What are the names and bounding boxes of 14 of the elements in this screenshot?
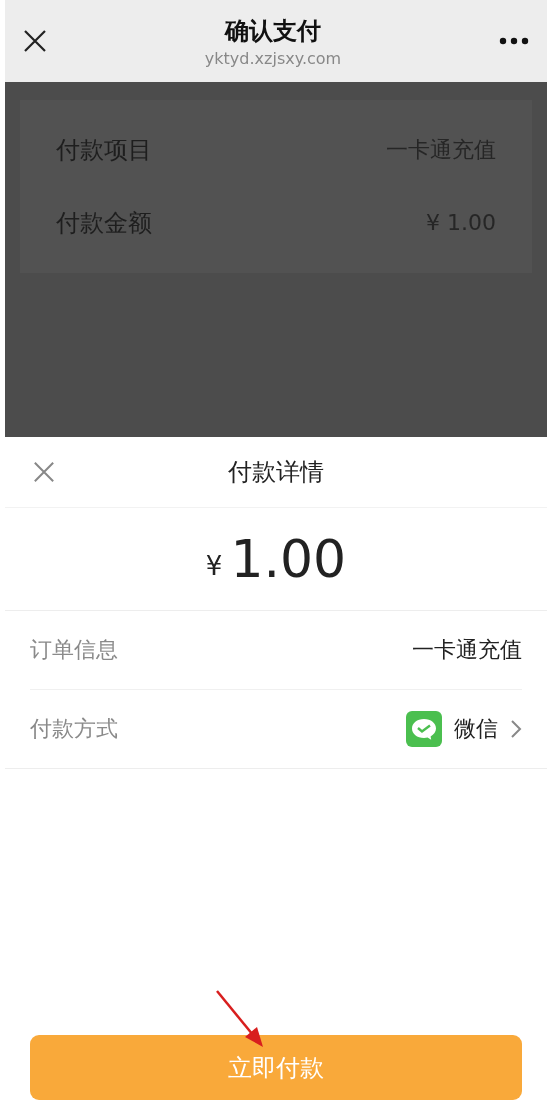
row-label: 付款方式 <box>30 715 118 743</box>
chevron-right-icon[interactable] <box>510 719 522 739</box>
payment-amount: 1.00 <box>230 529 347 589</box>
page-title: 确认支付 <box>225 15 321 47</box>
row-value: 微信 <box>454 715 498 743</box>
row-label: 订单信息 <box>30 636 118 664</box>
pay-now-button[interactable]: 立即付款 <box>30 1035 522 1100</box>
row-value: 一卡通充值 <box>412 636 522 664</box>
close-icon[interactable] <box>23 29 47 53</box>
page-url: yktyd.xzjsxy.com <box>204 48 342 68</box>
currency-symbol: ¥ <box>205 551 223 581</box>
chat-bubble-icon <box>406 711 442 747</box>
sheet-title: 付款详情 <box>228 457 324 488</box>
more-icon[interactable] <box>499 37 529 45</box>
